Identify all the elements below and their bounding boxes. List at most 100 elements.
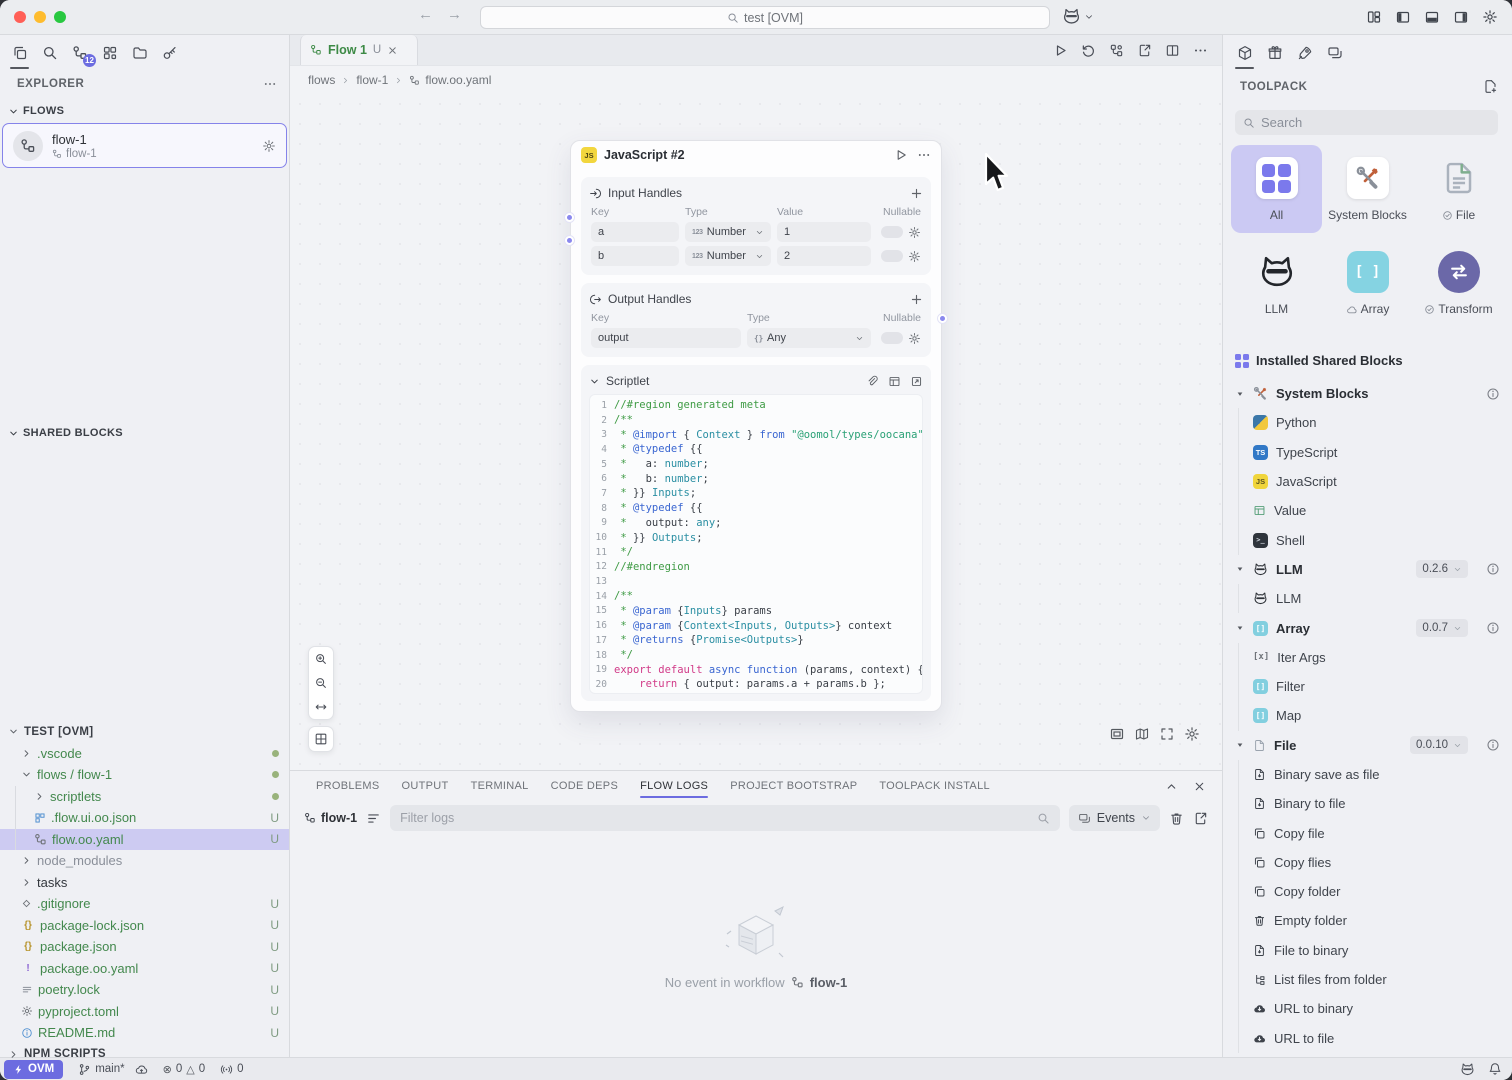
code-line-1[interactable]: 1//#region generated meta [590,398,922,413]
block-info-icon[interactable] [1486,562,1500,576]
panel-tab-problems[interactable]: PROBLEMS [316,771,380,801]
layout-icon[interactable] [1366,9,1382,25]
explorer-more-icon[interactable] [263,77,277,91]
code-line-4[interactable]: 4 * @typedef {{ [590,442,922,457]
toolpack-category-array[interactable]: [ ]Array [1322,239,1413,327]
packages-tab-button[interactable] [1261,39,1288,66]
toolpack-search-field[interactable] [1235,110,1498,135]
toolpack-search-input[interactable] [1261,115,1490,130]
code-line-10[interactable]: 10 * }} Outputs; [590,530,922,545]
tree-item-package-json[interactable]: {}package.jsonU [0,936,289,958]
maximize-panel-icon[interactable] [1165,780,1178,793]
breadcrumb-item-flow-1[interactable]: flow-1 [356,73,388,87]
block-item-copy-folder[interactable]: Copy folder [1223,877,1512,906]
tree-item-readme-md[interactable]: README.mdU [0,1022,289,1044]
rerun-button[interactable] [1081,43,1096,58]
code-line-17[interactable]: 17 * @returns {Promise<Outputs>} [590,633,922,648]
code-line-2[interactable]: 2/** [590,413,922,428]
input-value-field[interactable]: 1 [777,222,871,242]
panel-tab-toolpack-install[interactable]: TOOLPACK INSTALL [879,771,990,801]
explorer-tab-button[interactable] [6,39,33,66]
block-item-binary-to-file[interactable]: Binary to file [1223,789,1512,818]
input-key-field[interactable]: b [591,246,679,266]
chat-tab-button[interactable] [1321,39,1348,66]
shared-blocks-section-header[interactable]: SHARED BLOCKS [8,427,281,439]
code-line-6[interactable]: 6 * b: number; [590,471,922,486]
settings-gear-icon[interactable] [1482,9,1498,25]
block-group-array[interactable]: []Array0.0.7 [1223,613,1512,642]
code-line-3[interactable]: 3 * @import { Context } from "@oomol/typ… [590,427,922,442]
export-button[interactable] [1137,43,1152,58]
export-logs-button[interactable] [1193,811,1208,826]
nullable-toggle[interactable] [881,332,903,344]
block-info-icon[interactable] [1486,387,1500,401]
version-selector[interactable]: 0.0.10 [1410,736,1468,754]
clear-logs-button[interactable] [1169,811,1184,826]
code-line-5[interactable]: 5 * a: number; [590,457,922,472]
toggle-left-panel-button[interactable] [1395,9,1411,25]
code-line-13[interactable]: 13 [590,574,922,589]
output-type-select[interactable]: {}Any [747,328,871,348]
table-view-icon[interactable] [888,375,901,388]
block-info-icon[interactable] [1486,738,1500,752]
secrets-tab-button[interactable] [156,39,183,66]
node-card-javascript-2[interactable]: JS JavaScript #2 Input Handles [570,140,942,712]
code-line-9[interactable]: 9 * output: any; [590,516,922,531]
screen-frame-button[interactable] [1109,726,1125,742]
code-line-20[interactable]: 20 return { output: params.a + params.b … [590,677,922,692]
panel-tab-code-deps[interactable]: CODE DEPS [551,771,619,801]
new-toolpack-button[interactable] [1483,79,1498,94]
block-group-file[interactable]: File0.0.10 [1223,731,1512,760]
block-item-url-to-binary[interactable]: URL to binary [1223,994,1512,1023]
tree-item-package-oo-yaml[interactable]: !package.oo.yamlU [0,958,289,980]
forward-button[interactable]: → [447,6,462,23]
block-item-empty-folder[interactable]: Empty folder [1223,906,1512,935]
block-info-icon[interactable] [1486,621,1500,635]
input-port-a[interactable] [565,213,574,222]
chevron-down-icon[interactable] [589,376,600,387]
block-item-shell[interactable]: >_Shell [1223,525,1512,554]
block-item-python[interactable]: Python [1223,408,1512,437]
version-selector[interactable]: 0.0.7 [1416,619,1468,637]
toolpack-tab-button[interactable] [1231,39,1258,66]
search-tab-button[interactable] [36,39,63,66]
toggle-bottom-panel-button[interactable] [1424,9,1440,25]
add-output-handle-button[interactable] [910,293,923,306]
block-group-system-blocks[interactable]: System Blocks [1223,379,1512,408]
tree-item-flows-flow-1[interactable]: flows / flow-1 [0,764,289,786]
input-type-select[interactable]: 123Number [685,222,771,242]
tree-item-npm-scripts[interactable]: NPM SCRIPTS [0,1044,289,1066]
block-item-value[interactable]: Value [1223,496,1512,525]
toolpack-category-system-blocks[interactable]: System Blocks [1322,145,1413,233]
close-tab-icon[interactable] [387,45,398,56]
flows-section-header[interactable]: FLOWS [8,105,281,117]
block-item-list-files-from-folder[interactable]: List files from folder [1223,965,1512,994]
deploy-tab-button[interactable] [1291,39,1318,66]
block-item-url-to-file[interactable]: URL to file [1223,1024,1512,1053]
block-item-typescript[interactable]: TSTypeScript [1223,438,1512,467]
breadcrumb-item-flows[interactable]: flows [308,73,335,87]
tree-item-flow-oo-yaml[interactable]: flow.oo.yamlU [0,829,289,851]
flow-canvas[interactable]: JS JavaScript #2 Input Handles [290,94,1222,770]
add-input-handle-button[interactable] [910,187,923,200]
assistant-status-icon[interactable] [1460,1062,1475,1077]
tree-item-node-modules[interactable]: node_modules [0,850,289,872]
attach-icon[interactable] [866,375,879,388]
toolpack-category-file[interactable]: File [1413,145,1504,233]
input-value-field[interactable]: 2 [777,246,871,266]
titlebar-search[interactable]: test [OVM] [480,6,1050,29]
zoom-out-button[interactable] [308,671,334,695]
panel-tab-output[interactable]: OUTPUT [402,771,449,801]
code-line-14[interactable]: 14/** [590,589,922,604]
node-more-icon[interactable] [917,148,931,162]
open-external-icon[interactable] [910,375,923,388]
tree-item-test-ovm[interactable]: TEST [OVM] [0,721,289,743]
canvas-settings-gear-icon[interactable] [1184,726,1200,742]
maximize-window-button[interactable] [54,11,66,23]
notifications-bell-icon[interactable] [1488,1062,1502,1076]
version-selector[interactable]: 0.2.6 [1416,560,1468,578]
filter-logs-field[interactable] [390,805,1060,831]
events-filter-dropdown[interactable]: Events [1069,805,1160,831]
run-graph-button[interactable] [1109,43,1124,58]
flow-card-flow-1[interactable]: flow-1 flow-1 [2,123,287,168]
